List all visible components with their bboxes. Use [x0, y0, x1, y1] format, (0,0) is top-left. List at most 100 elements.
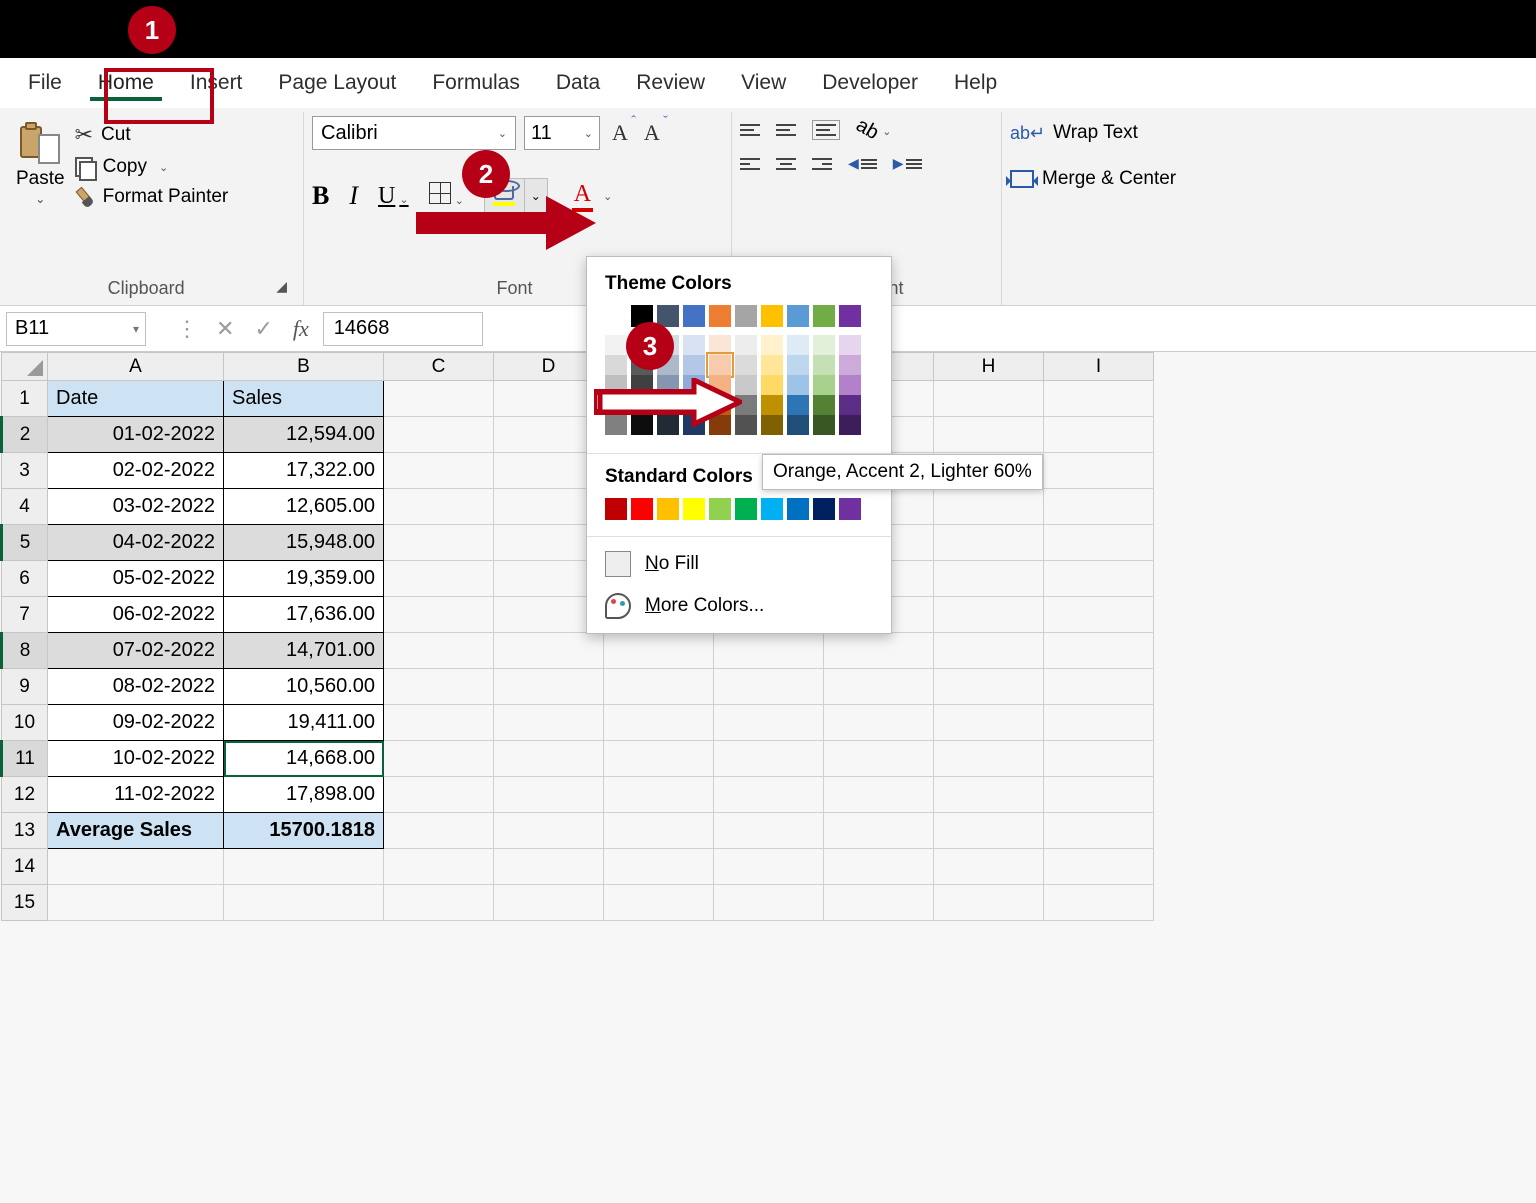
color-swatch[interactable] — [787, 498, 809, 520]
cell[interactable]: 07-02-2022 — [48, 633, 224, 669]
cell[interactable] — [1044, 417, 1154, 453]
cell[interactable] — [494, 777, 604, 813]
color-swatch[interactable] — [839, 355, 861, 375]
merge-center-button[interactable]: Merge & Center — [1010, 168, 1176, 190]
color-swatch[interactable] — [709, 498, 731, 520]
name-box[interactable]: B11 ▾ — [6, 312, 146, 346]
color-swatch[interactable] — [813, 335, 835, 355]
cell[interactable] — [384, 777, 494, 813]
cell[interactable] — [604, 849, 714, 885]
fx-dots[interactable]: ⋮ — [176, 316, 196, 342]
decrease-indent[interactable]: ◀ — [848, 155, 877, 172]
underline-button[interactable]: U⌄ — [378, 183, 409, 210]
cell[interactable] — [934, 849, 1044, 885]
cell[interactable] — [48, 849, 224, 885]
color-swatch[interactable] — [735, 355, 757, 375]
cell[interactable]: 17,898.00 — [224, 777, 384, 813]
color-swatch[interactable] — [683, 415, 705, 435]
tab-formulas[interactable]: Formulas — [414, 61, 538, 105]
cell[interactable] — [604, 741, 714, 777]
color-swatch[interactable] — [709, 305, 731, 327]
cell[interactable] — [934, 525, 1044, 561]
cell[interactable] — [384, 813, 494, 849]
cell[interactable] — [604, 705, 714, 741]
cell[interactable] — [494, 705, 604, 741]
cell[interactable]: 04-02-2022 — [48, 525, 224, 561]
cell[interactable] — [1044, 633, 1154, 669]
cell[interactable]: 02-02-2022 — [48, 453, 224, 489]
color-swatch[interactable] — [839, 375, 861, 395]
increase-font-size[interactable]: A — [608, 120, 632, 146]
cell[interactable] — [824, 741, 934, 777]
row-header-6[interactable]: 6 — [2, 561, 48, 597]
row-header-4[interactable]: 4 — [2, 489, 48, 525]
color-swatch[interactable] — [813, 355, 835, 375]
cell[interactable] — [934, 705, 1044, 741]
formula-input[interactable]: 14668 — [323, 312, 483, 346]
cell[interactable] — [384, 417, 494, 453]
cell[interactable] — [934, 777, 1044, 813]
cell[interactable] — [1044, 453, 1154, 489]
cell[interactable] — [384, 525, 494, 561]
color-swatch[interactable] — [631, 395, 653, 415]
color-swatch[interactable] — [683, 395, 705, 415]
color-swatch[interactable] — [657, 395, 679, 415]
color-swatch[interactable] — [787, 305, 809, 327]
row-header-8[interactable]: 8 — [2, 633, 48, 669]
cell[interactable] — [824, 849, 934, 885]
cell[interactable]: 14,668.00 — [224, 741, 384, 777]
cell[interactable] — [604, 813, 714, 849]
color-swatch[interactable] — [787, 395, 809, 415]
color-swatch[interactable] — [657, 498, 679, 520]
font-color-button[interactable]: A⌄ — [568, 181, 617, 212]
cell[interactable] — [934, 561, 1044, 597]
cell[interactable] — [824, 777, 934, 813]
font-size-select[interactable]: 11 ⌄ — [524, 116, 600, 150]
color-swatch[interactable] — [683, 335, 705, 355]
color-swatch[interactable] — [683, 355, 705, 375]
cell[interactable] — [934, 633, 1044, 669]
color-swatch[interactable] — [605, 375, 627, 395]
cell[interactable] — [1044, 669, 1154, 705]
color-swatch[interactable] — [683, 375, 705, 395]
cell[interactable] — [824, 813, 934, 849]
row-header-13[interactable]: 13 — [2, 813, 48, 849]
row-header-15[interactable]: 15 — [2, 885, 48, 921]
cell[interactable] — [824, 633, 934, 669]
row-header-2[interactable]: 2 — [2, 417, 48, 453]
color-swatch[interactable] — [735, 335, 757, 355]
cell[interactable] — [934, 417, 1044, 453]
color-swatch[interactable] — [735, 395, 757, 415]
color-swatch[interactable] — [761, 498, 783, 520]
cell[interactable] — [604, 777, 714, 813]
align-top[interactable] — [740, 124, 760, 136]
color-swatch[interactable] — [735, 305, 757, 327]
cell[interactable] — [604, 885, 714, 921]
row-header-9[interactable]: 9 — [2, 669, 48, 705]
color-swatch[interactable] — [787, 355, 809, 375]
cell[interactable] — [384, 669, 494, 705]
color-swatch[interactable] — [839, 305, 861, 327]
cell[interactable]: 08-02-2022 — [48, 669, 224, 705]
cell[interactable]: 05-02-2022 — [48, 561, 224, 597]
cell[interactable] — [1044, 561, 1154, 597]
color-swatch[interactable] — [761, 305, 783, 327]
decrease-font-size[interactable]: A — [640, 120, 664, 146]
select-all-corner[interactable] — [2, 353, 48, 381]
cell[interactable]: 12,594.00 — [224, 417, 384, 453]
color-swatch[interactable] — [605, 335, 627, 355]
cell[interactable] — [384, 489, 494, 525]
cell[interactable] — [934, 381, 1044, 417]
row-header-1[interactable]: 1 — [2, 381, 48, 417]
cell[interactable] — [1044, 885, 1154, 921]
cell[interactable] — [824, 705, 934, 741]
copy-button[interactable]: Copy ⌄ — [75, 156, 229, 178]
cell[interactable] — [1044, 525, 1154, 561]
col-header-c[interactable]: C — [384, 353, 494, 381]
borders-button[interactable]: ⌄ — [429, 182, 464, 210]
color-swatch[interactable] — [839, 415, 861, 435]
color-swatch[interactable] — [761, 395, 783, 415]
cell[interactable]: 09-02-2022 — [48, 705, 224, 741]
cell[interactable] — [714, 705, 824, 741]
cell[interactable]: 17,636.00 — [224, 597, 384, 633]
